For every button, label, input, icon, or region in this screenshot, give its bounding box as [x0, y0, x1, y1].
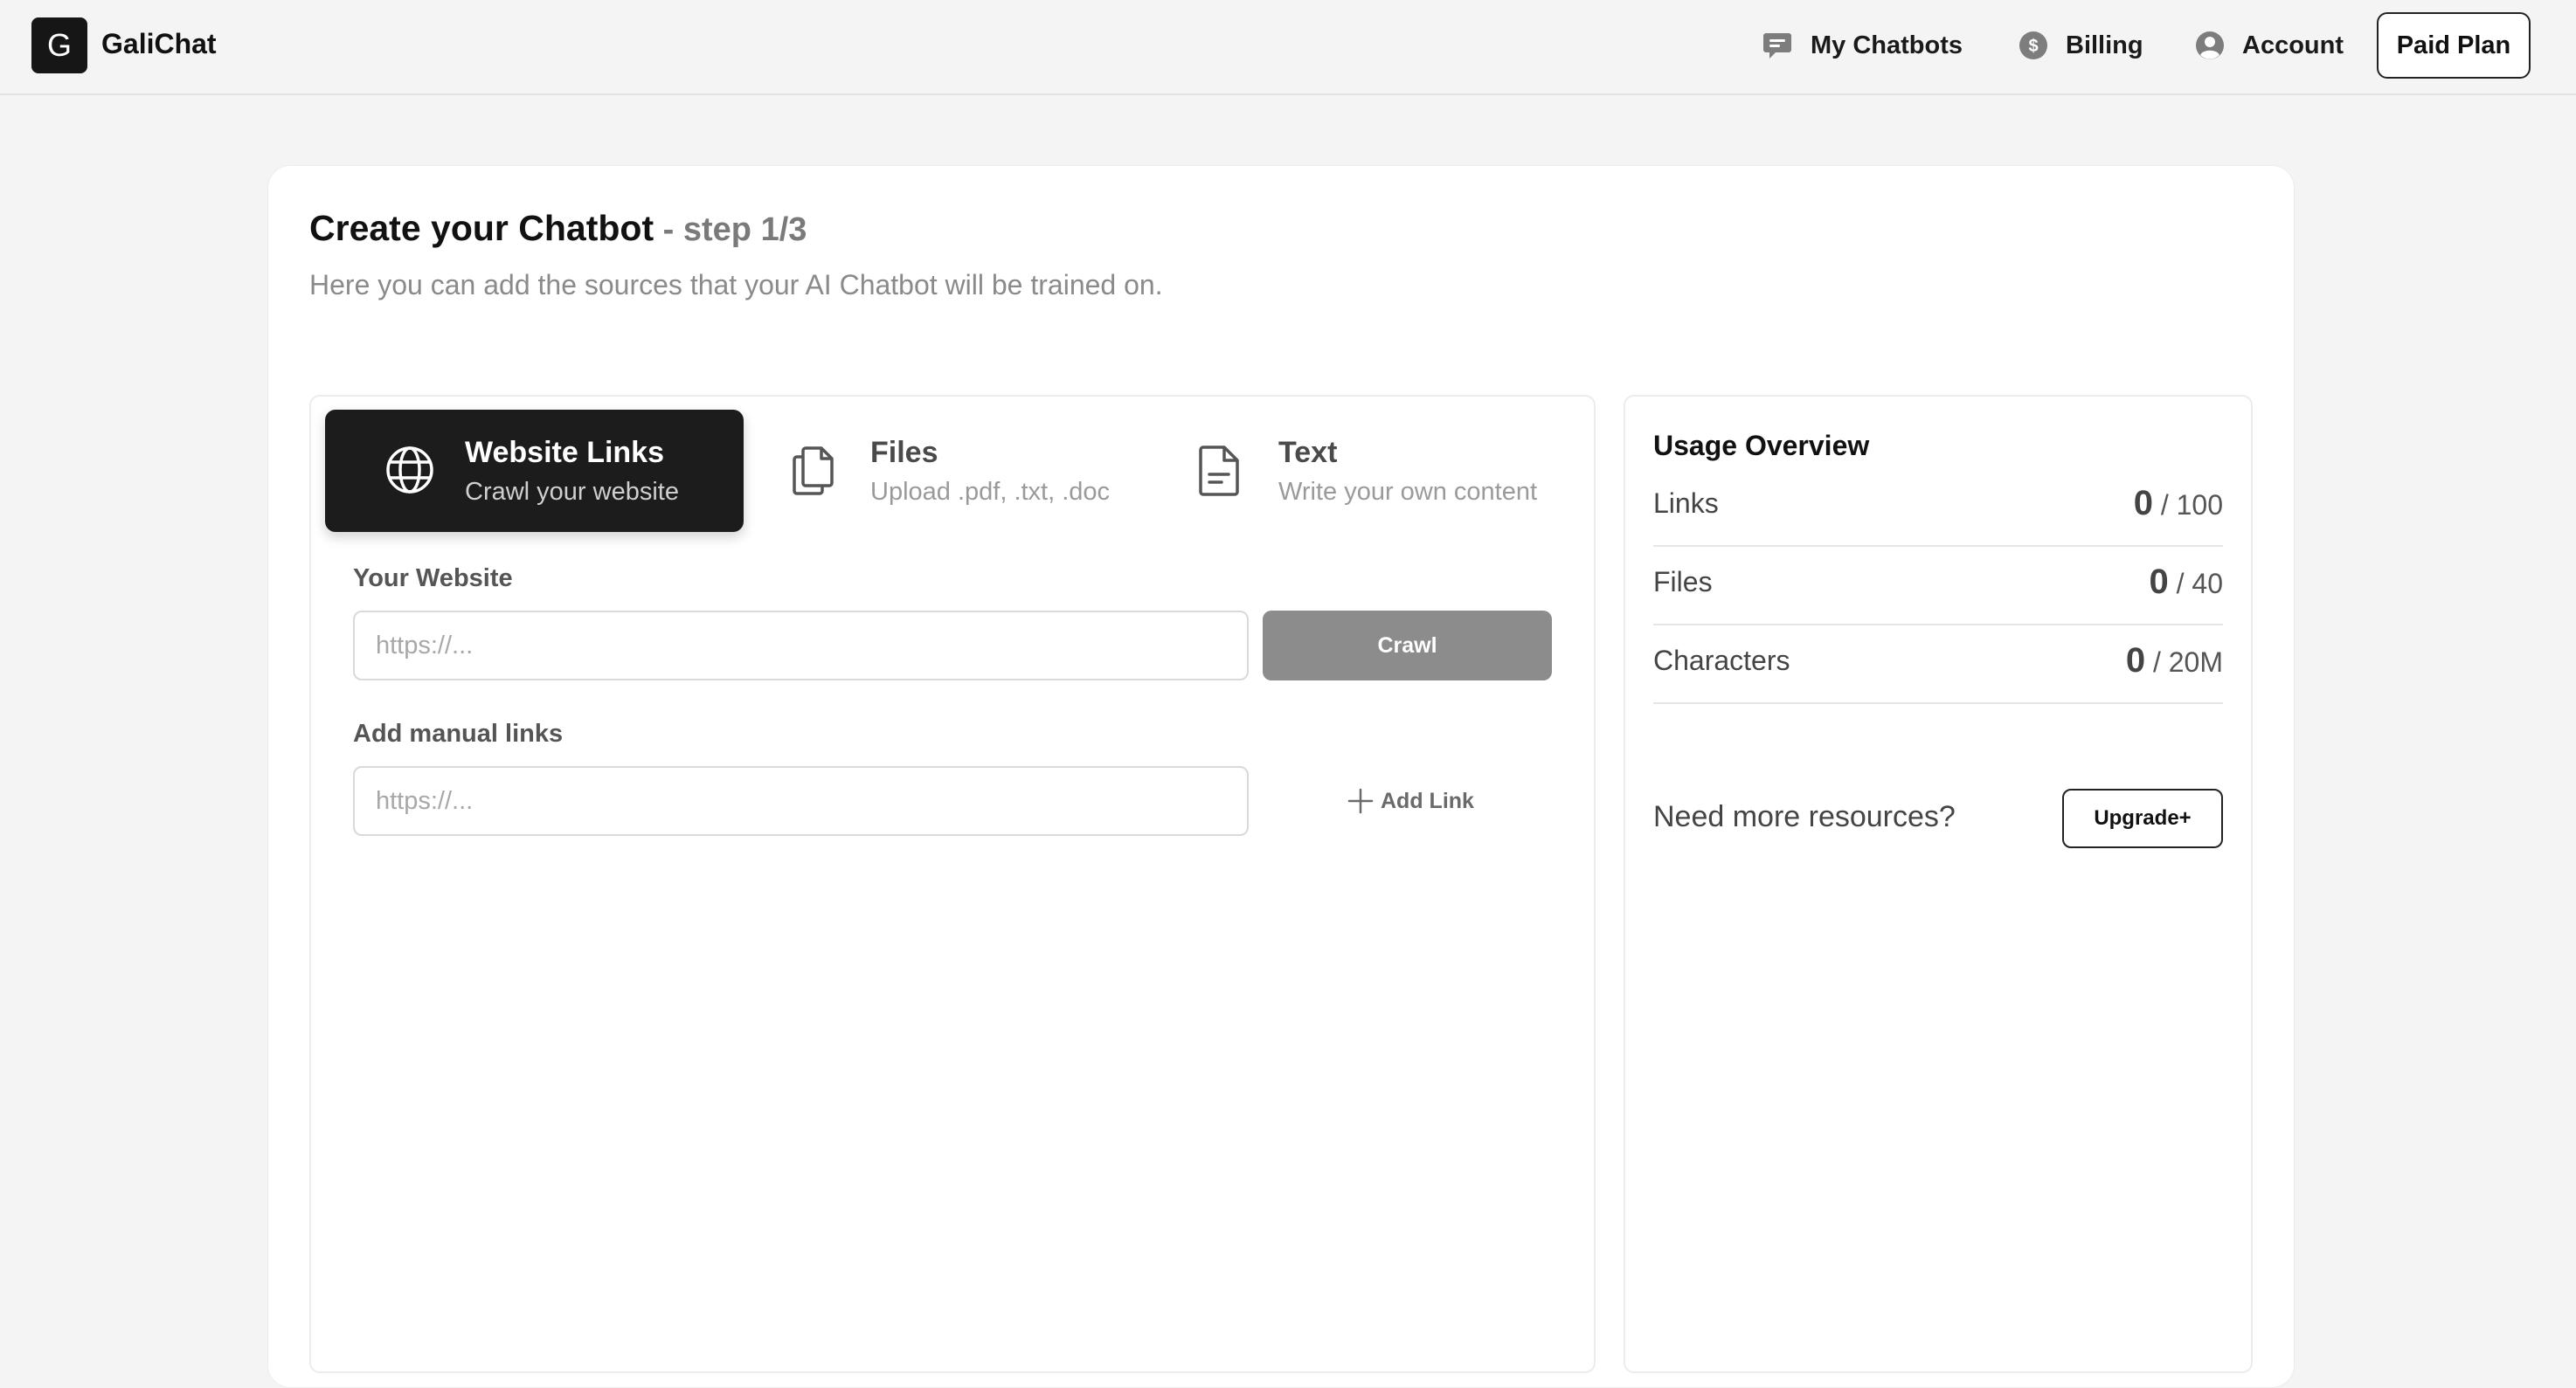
- usage-row-links: Links 0 / 100: [1653, 468, 2223, 547]
- plus-icon: [1347, 788, 1374, 814]
- nav-my-chatbots[interactable]: My Chatbots: [1762, 24, 1963, 66]
- usage-files-limit: / 40: [2168, 568, 2223, 599]
- user-avatar-icon: [2196, 31, 2224, 59]
- usage-files-value: 0 / 40: [2149, 563, 2223, 602]
- nav-account-label: Account: [2242, 31, 2344, 59]
- globe-icon: [386, 446, 433, 494]
- your-website-label: Your Website: [353, 564, 513, 592]
- manual-links-label: Add manual links: [353, 720, 564, 748]
- chat-bubble-icon: [1763, 33, 1791, 59]
- svg-text:$: $: [2028, 37, 2038, 56]
- usage-links-value: 0 / 100: [2134, 484, 2223, 523]
- usage-links-used: 0: [2133, 484, 2153, 522]
- manual-link-input[interactable]: [353, 766, 1249, 836]
- usage-links-limit: / 100: [2152, 489, 2223, 521]
- usage-characters-limit: / 20M: [2145, 646, 2223, 678]
- page-title: Create your Chatbot - step 1/3: [309, 208, 807, 249]
- step-indicator: - step 1/3: [654, 211, 807, 248]
- nav-billing-label: Billing: [2066, 31, 2143, 59]
- tab-website-links-desc: Crawl your website: [465, 478, 679, 506]
- app-logo[interactable]: G: [31, 17, 87, 73]
- usage-characters-used: 0: [2125, 641, 2146, 680]
- document-icon: [1199, 445, 1239, 496]
- tab-text-desc: Write your own content: [1278, 478, 1538, 506]
- tab-files-title: Files: [870, 436, 938, 469]
- tab-text[interactable]: Text Write your own content: [1162, 410, 1573, 532]
- usage-characters-value: 0 / 20M: [2126, 641, 2223, 680]
- tab-website-links[interactable]: Website Links Crawl your website: [325, 410, 744, 532]
- page-title-text: Create your Chatbot: [309, 208, 654, 248]
- brand-name[interactable]: GaliChat: [101, 28, 217, 60]
- usage-row-files: Files 0 / 40: [1653, 547, 2223, 625]
- usage-links-label: Links: [1653, 487, 1719, 519]
- page-subtitle: Here you can add the sources that your A…: [309, 269, 1163, 300]
- add-link-button[interactable]: Add Link: [1346, 779, 1474, 823]
- website-url-input[interactable]: [353, 611, 1249, 680]
- usage-characters-label: Characters: [1653, 645, 1790, 676]
- add-link-label: Add Link: [1381, 788, 1474, 813]
- sources-panel: [309, 395, 1596, 1373]
- logo-letter: G: [46, 27, 72, 63]
- tab-website-links-title: Website Links: [465, 436, 664, 469]
- paid-plan-button[interactable]: Paid Plan: [2377, 12, 2531, 79]
- usage-files-used: 0: [2149, 563, 2169, 601]
- crawl-button[interactable]: Crawl: [1263, 611, 1552, 680]
- usage-files-label: Files: [1653, 566, 1713, 597]
- tab-files[interactable]: Files Upload .pdf, .txt, .doc: [757, 410, 1141, 532]
- tab-files-desc: Upload .pdf, .txt, .doc: [870, 478, 1111, 506]
- nav-account[interactable]: Account: [2195, 24, 2344, 66]
- tab-text-title: Text: [1278, 436, 1338, 469]
- usage-overview-title: Usage Overview: [1653, 430, 1870, 461]
- dollar-coin-icon: $: [2019, 31, 2047, 59]
- need-more-resources-text: Need more resources?: [1653, 800, 1956, 833]
- nav-billing[interactable]: $ Billing: [2019, 24, 2143, 66]
- files-icon: [793, 446, 834, 495]
- usage-row-characters: Characters 0 / 20M: [1653, 625, 2223, 704]
- nav-my-chatbots-label: My Chatbots: [1811, 31, 1963, 59]
- top-navigation-bar: G GaliChat My Chatbots $ Billing Account…: [0, 0, 2576, 95]
- upgrade-button[interactable]: Upgrade+: [2062, 789, 2223, 848]
